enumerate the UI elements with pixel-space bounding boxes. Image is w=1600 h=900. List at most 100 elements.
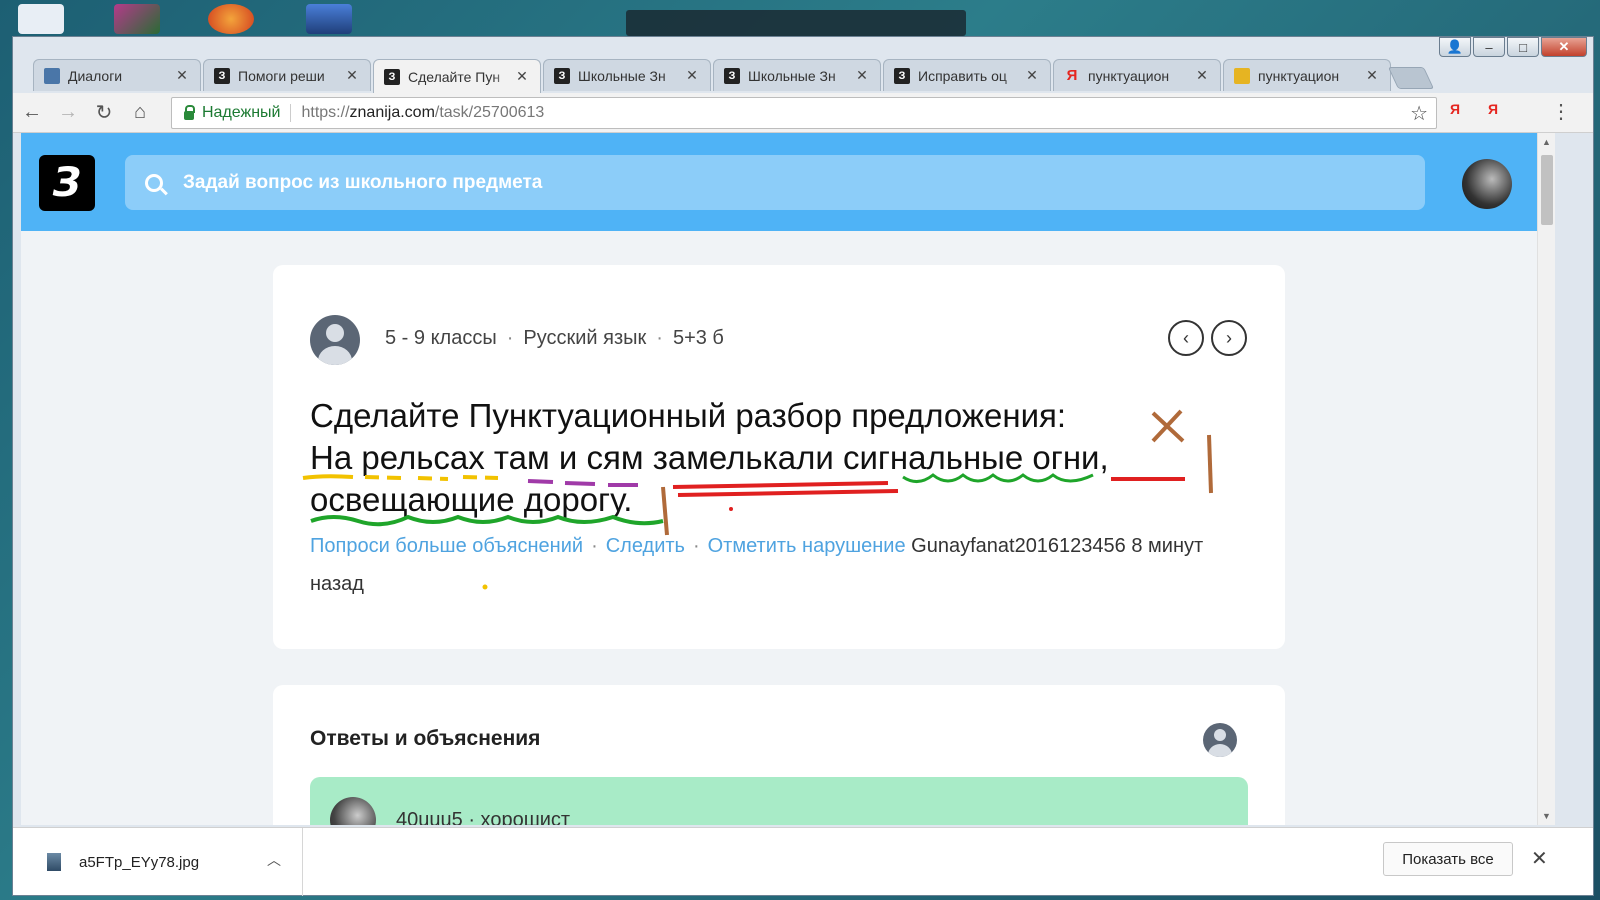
browser-toolbar: ← → ↻ ⌂ Надежный https://znanija.com/tas… xyxy=(13,93,1593,133)
answerer-avatar-small[interactable] xyxy=(1203,723,1237,757)
close-icon[interactable]: ✕ xyxy=(1024,67,1040,84)
answerer-rank: хорошист xyxy=(480,809,571,825)
chevron-up-icon[interactable]: ︿ xyxy=(267,850,281,870)
znanija-icon: З xyxy=(894,67,910,84)
tab-yandex-search[interactable]: Я пунктуацион ✕ xyxy=(1053,59,1221,91)
desktop-strip xyxy=(0,0,1600,36)
answerer-separator: · xyxy=(468,809,475,825)
site-header: З Задай вопрос из школьного предмета xyxy=(21,133,1537,231)
tab-yandex-images[interactable]: пунктуацион ✕ xyxy=(1223,59,1391,91)
close-icon[interactable]: ✕ xyxy=(1364,67,1380,84)
desktop-icon[interactable] xyxy=(18,4,64,34)
close-button[interactable]: ✕ xyxy=(1541,37,1587,57)
maximize-button[interactable]: □ xyxy=(1507,37,1539,57)
ask-more-explanation-link[interactable]: Попроси больше объяснений xyxy=(310,535,583,557)
lock-icon[interactable] xyxy=(184,104,195,120)
tab-title: Диалоги xyxy=(68,67,123,84)
desktop-icon[interactable] xyxy=(306,4,352,34)
scroll-thumb[interactable] xyxy=(1541,155,1553,225)
tab-current-task[interactable]: З Сделайте Пун ✕ xyxy=(373,59,541,93)
action-separator: · xyxy=(591,535,598,557)
question-card: 5 - 9 классы · Русский язык · 5+3 б ‹ › … xyxy=(273,265,1285,649)
user-switch-button[interactable]: 👤 xyxy=(1439,37,1471,57)
close-icon[interactable]: ✕ xyxy=(1194,67,1210,84)
question-line: Сделайте Пунктуационный разбор предложен… xyxy=(310,397,1067,434)
answers-card: Ответы и объяснения 40uuu5 · хорошист xyxy=(273,685,1285,825)
grade-label[interactable]: 5 - 9 классы xyxy=(385,327,497,350)
search-placeholder: Задай вопрос из школьного предмета xyxy=(183,171,543,193)
forward-arrow-icon[interactable]: → xyxy=(51,96,85,130)
yandex-extension-icon[interactable]: Я xyxy=(1443,101,1467,117)
znanija-icon: З xyxy=(214,67,230,84)
back-arrow-icon[interactable]: ← xyxy=(15,96,49,130)
menu-dots-icon[interactable]: ⋮ xyxy=(1551,99,1571,124)
tab-strip: Диалоги ✕ З Помоги реши ✕ З Сделайте Пун… xyxy=(33,59,1435,93)
tab-title: Помоги реши xyxy=(238,67,325,84)
tab-fix-grade[interactable]: З Исправить оц ✕ xyxy=(883,59,1051,91)
close-icon[interactable]: ✕ xyxy=(684,67,700,84)
author-name[interactable]: Gunayfanat2016123456 xyxy=(911,535,1126,557)
scroll-down-icon[interactable]: ▼ xyxy=(1542,811,1551,821)
close-download-bar-icon[interactable]: ✕ xyxy=(1531,846,1548,871)
tab-title: Школьные Зн xyxy=(748,67,836,84)
minimize-button[interactable]: ‒ xyxy=(1473,37,1505,57)
znanija-icon: З xyxy=(384,68,400,85)
url-text[interactable]: https://znanija.com/task/25700613 xyxy=(291,104,544,122)
new-tab-button[interactable] xyxy=(1387,67,1435,89)
close-icon[interactable]: ✕ xyxy=(344,67,360,84)
browser-window: 👤 ‒ □ ✕ Диалоги ✕ З Помоги реши ✕ З Сдел… xyxy=(12,36,1594,896)
tab-title: пунктуацион xyxy=(1088,67,1170,84)
follow-link[interactable]: Следить xyxy=(606,535,685,557)
meta-separator: · xyxy=(656,327,663,349)
desktop-icon[interactable] xyxy=(208,4,254,34)
tab-title: пунктуацион xyxy=(1258,67,1340,84)
answer-box: 40uuu5 · хорошист xyxy=(310,777,1248,825)
tab-title: Школьные Зн xyxy=(578,67,666,84)
dialog-icon xyxy=(44,67,60,84)
user-avatar[interactable] xyxy=(1462,159,1512,209)
secure-label[interactable]: Надежный xyxy=(202,104,292,122)
close-icon[interactable]: ✕ xyxy=(174,67,190,84)
question-line: На рельсах там и сям замелькали сигнальн… xyxy=(310,439,1109,476)
znanija-icon: З xyxy=(554,67,570,84)
meta-separator: · xyxy=(506,327,514,349)
close-icon[interactable]: ✕ xyxy=(514,68,530,85)
znanija-logo[interactable]: З xyxy=(39,155,95,211)
image-file-icon xyxy=(47,853,61,871)
yandex-extension-icon[interactable]: Я xyxy=(1481,101,1505,117)
reload-icon[interactable]: ↻ xyxy=(87,96,121,130)
desktop-icon[interactable] xyxy=(114,4,160,34)
url-path: /task/25700613 xyxy=(434,104,545,121)
bookmark-star-icon[interactable]: ☆ xyxy=(1410,101,1428,126)
address-bar[interactable]: Надежный https://znanija.com/task/257006… xyxy=(171,97,1437,129)
prev-question-button[interactable]: ‹ xyxy=(1168,320,1204,356)
tab-help-solve[interactable]: З Помоги реши ✕ xyxy=(203,59,371,91)
home-icon[interactable]: ⌂ xyxy=(123,96,157,130)
question-text: Сделайте Пунктуационный разбор предложен… xyxy=(310,395,1210,521)
report-violation-link[interactable]: Отметить нарушение xyxy=(708,535,906,557)
scroll-up-icon[interactable]: ▲ xyxy=(1542,137,1551,147)
points-label: 5+3 б xyxy=(672,327,724,349)
page-content: З Задай вопрос из школьного предмета 5 -… xyxy=(21,133,1537,825)
taskbar-tray xyxy=(626,10,966,36)
show-all-downloads-button[interactable]: Показать все xyxy=(1383,842,1513,876)
tab-dialogs[interactable]: Диалоги ✕ xyxy=(33,59,201,91)
answerer-avatar[interactable] xyxy=(330,797,376,825)
close-icon[interactable]: ✕ xyxy=(854,67,870,84)
url-scheme: https:// xyxy=(301,104,350,121)
download-item[interactable]: a5FTp_EYy78.jpg ︿ xyxy=(13,828,303,896)
answerer-name[interactable]: 40uuu5 xyxy=(396,809,463,825)
author-avatar[interactable] xyxy=(310,315,360,365)
tab-school-2[interactable]: З Школьные Зн ✕ xyxy=(713,59,881,91)
search-input[interactable]: Задай вопрос из школьного предмета xyxy=(125,155,1425,210)
question-line: освещающие дорогу. xyxy=(310,481,633,518)
tab-school-1[interactable]: З Школьные Зн ✕ xyxy=(543,59,711,91)
yandex-icon: Я xyxy=(1066,67,1078,84)
answerer-info: 40uuu5 · хорошист xyxy=(396,809,570,825)
page-scrollbar[interactable]: ▲ ▼ xyxy=(1537,133,1555,825)
question-meta: 5 - 9 классы · Русский язык · 5+3 б xyxy=(385,327,724,350)
subject-label[interactable]: Русский язык xyxy=(523,327,646,350)
next-question-button[interactable]: › xyxy=(1211,320,1247,356)
action-separator: · xyxy=(692,535,700,557)
download-filename[interactable]: a5FTp_EYy78.jpg xyxy=(79,854,199,871)
